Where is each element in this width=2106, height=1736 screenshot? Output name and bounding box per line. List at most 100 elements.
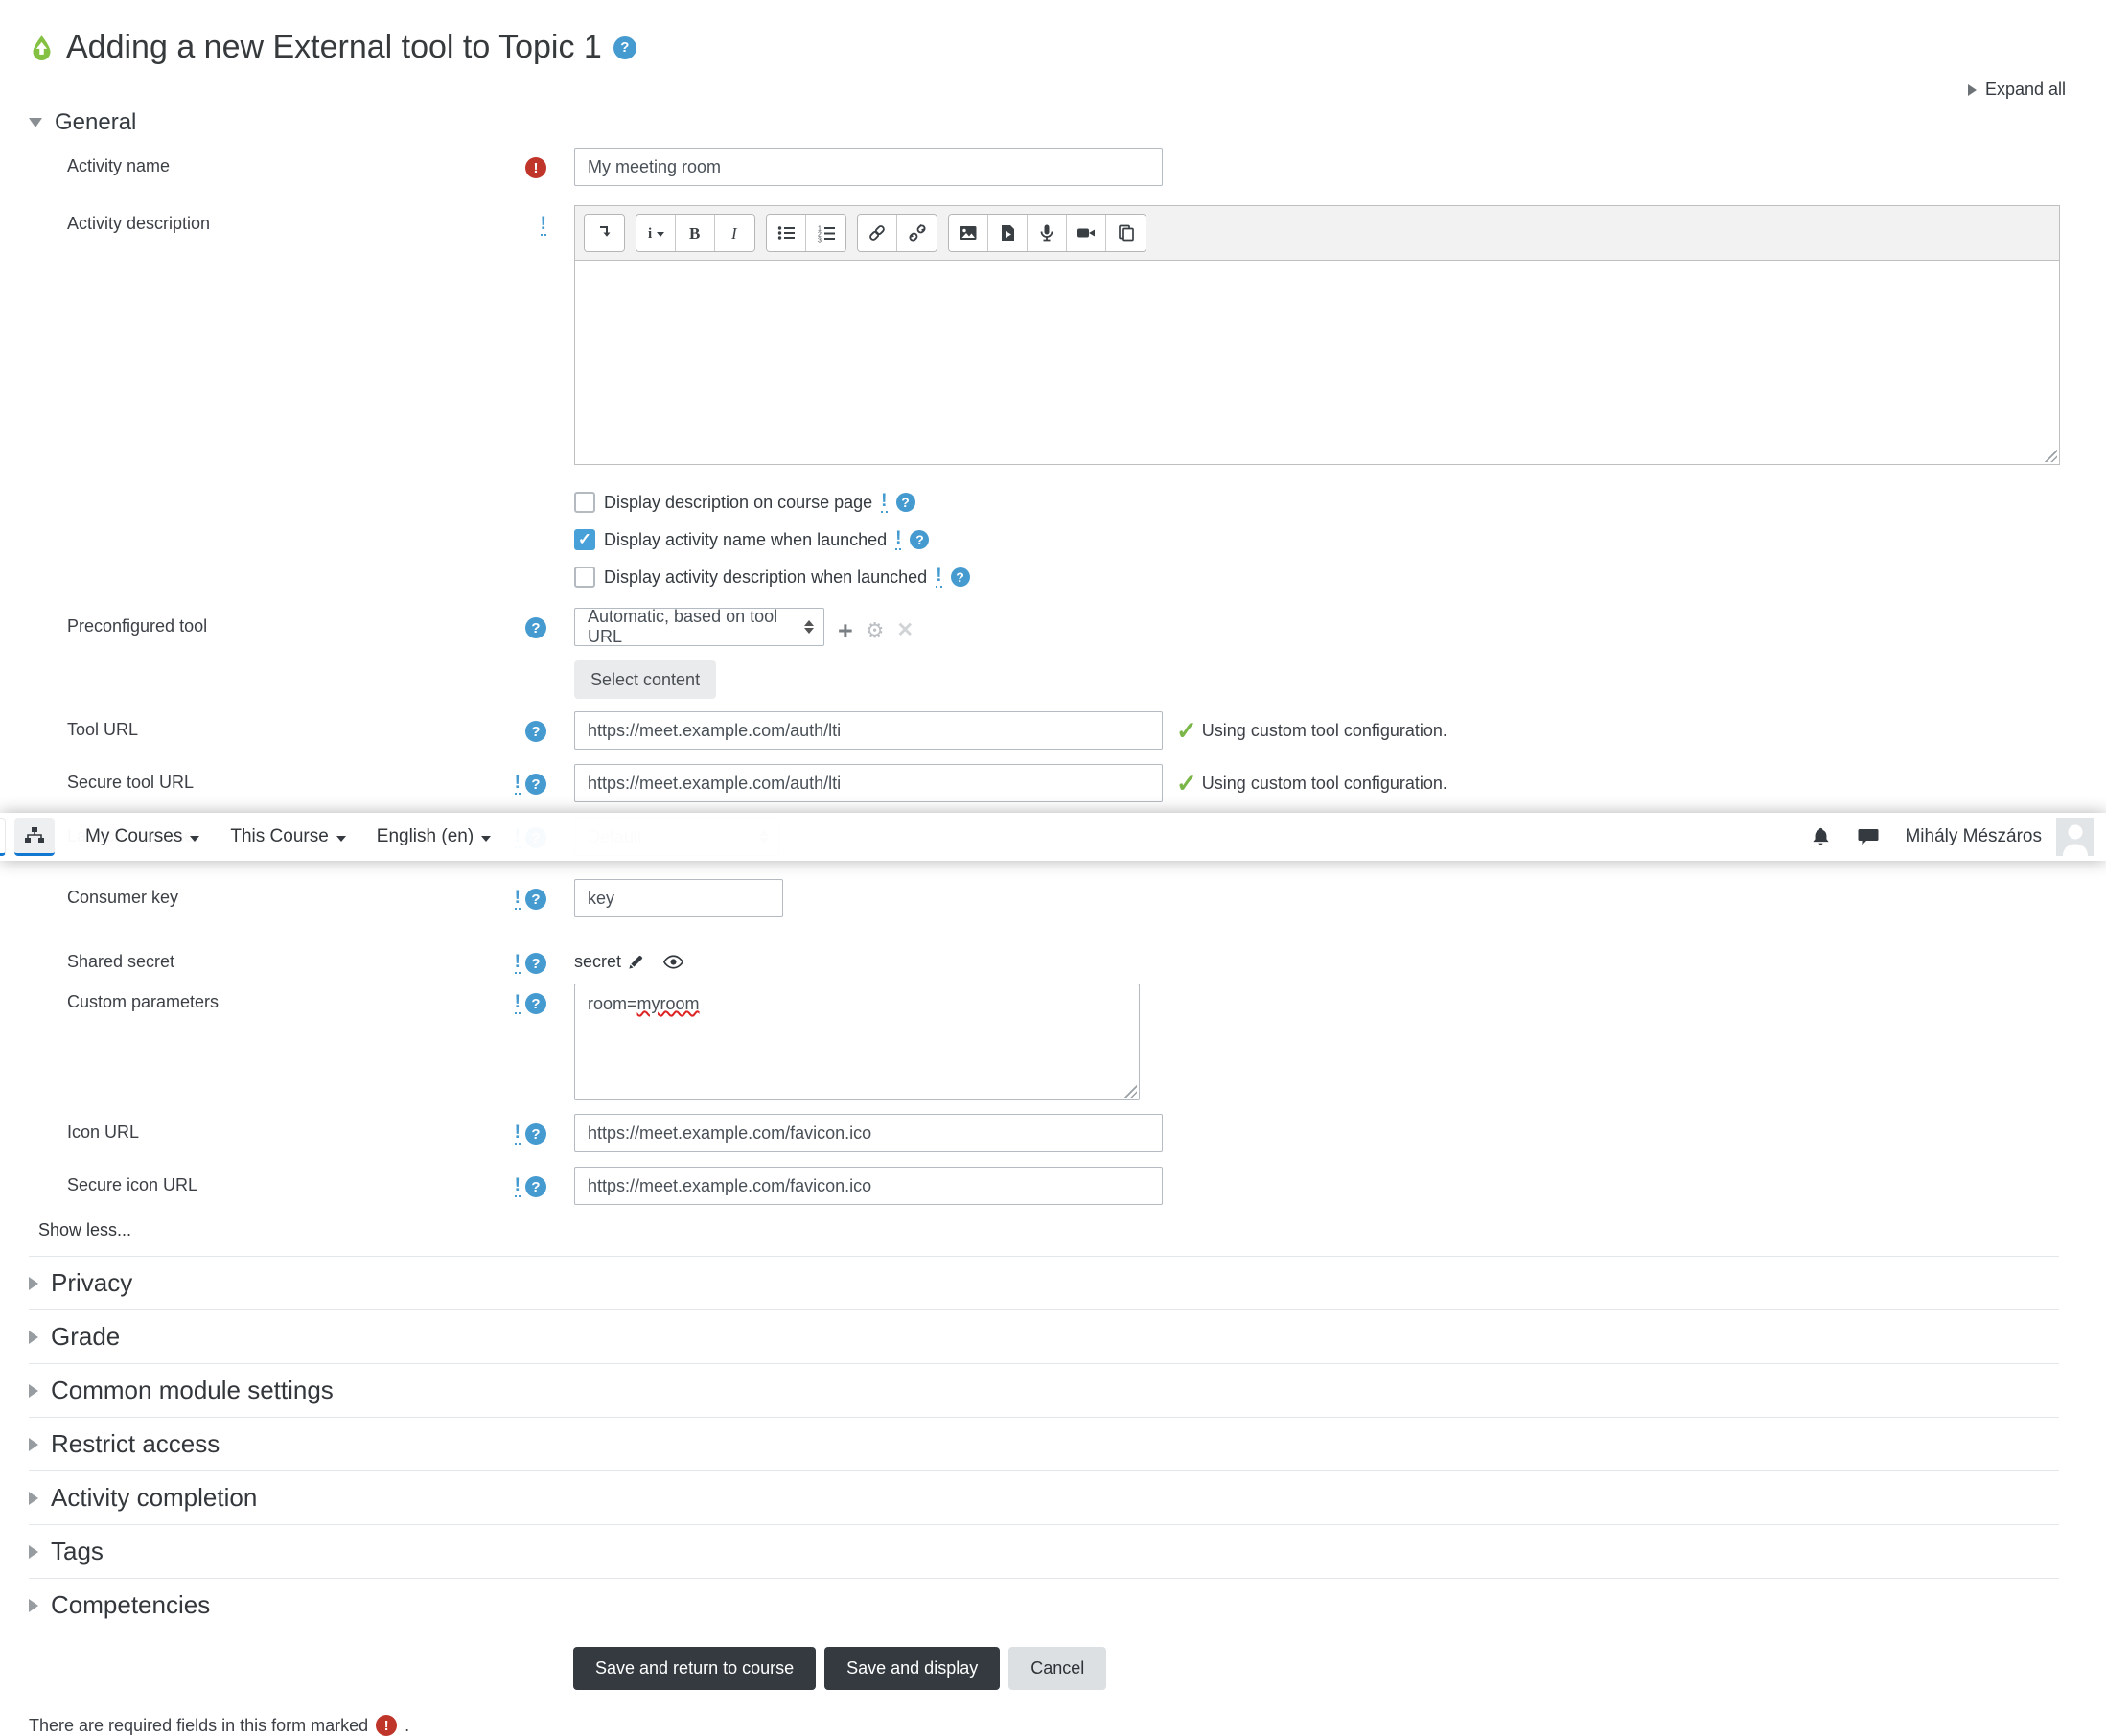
icon-url-label: Icon URL bbox=[67, 1123, 140, 1142]
save-and-display-button[interactable]: Save and display bbox=[824, 1647, 1001, 1690]
section-activity-completion[interactable]: Activity completion bbox=[29, 1470, 2059, 1524]
notifications-bell-icon[interactable] bbox=[1810, 826, 1832, 848]
select-content-button[interactable]: Select content bbox=[574, 660, 717, 699]
unlink-icon[interactable] bbox=[897, 215, 937, 251]
advanced-marker-icon: ! bbox=[514, 1175, 521, 1197]
section-grade[interactable]: Grade bbox=[29, 1309, 2059, 1363]
edit-pencil-icon[interactable] bbox=[627, 953, 645, 971]
nav-my-courses[interactable]: My Courses bbox=[85, 826, 200, 847]
help-icon[interactable]: ? bbox=[910, 530, 930, 549]
preconfigured-tool-row: Preconfigured tool ? Automatic, based on… bbox=[0, 607, 2106, 699]
sitemap-icon[interactable] bbox=[14, 818, 55, 856]
drawer-toggle-button[interactable] bbox=[0, 818, 6, 856]
custom-parameters-label: Custom parameters bbox=[67, 992, 220, 1011]
gear-icon[interactable]: ⚙ bbox=[866, 619, 885, 641]
shared-secret-value: secret bbox=[574, 952, 622, 971]
launch-container-block: Launch container !? Default My Courses T… bbox=[0, 806, 2106, 869]
page-title: Adding a new External tool to Topic 1 bbox=[66, 29, 602, 65]
help-icon[interactable]: ? bbox=[525, 1123, 546, 1145]
record-audio-icon[interactable] bbox=[1028, 215, 1067, 251]
secure-tool-url-input[interactable] bbox=[574, 764, 1163, 802]
consumer-key-row: Consumer key !? bbox=[0, 879, 2106, 917]
section-restrict-access[interactable]: Restrict access bbox=[29, 1417, 2059, 1470]
expand-all[interactable]: Expand all bbox=[0, 80, 2066, 100]
secure-icon-url-row: Secure icon URL !? bbox=[0, 1167, 2106, 1205]
record-video-icon[interactable] bbox=[1067, 215, 1106, 251]
ordered-list-icon[interactable]: 123 bbox=[806, 215, 845, 251]
display-description-label: Display description on course page bbox=[604, 492, 873, 512]
show-more-icon[interactable] bbox=[585, 215, 624, 251]
activity-name-label: Activity name bbox=[67, 156, 171, 175]
help-icon[interactable]: ? bbox=[525, 953, 546, 974]
svg-text:B: B bbox=[689, 224, 700, 243]
bold-icon[interactable]: B bbox=[676, 215, 715, 251]
activity-name-input[interactable] bbox=[574, 148, 1163, 186]
tool-url-input[interactable] bbox=[574, 711, 1163, 750]
select-arrows-icon bbox=[804, 620, 814, 634]
icon-url-input[interactable] bbox=[574, 1114, 1163, 1152]
media-icon[interactable] bbox=[988, 215, 1028, 251]
activity-name-row: Activity name ! bbox=[0, 148, 2106, 186]
caret-right-icon bbox=[1967, 83, 1977, 96]
resize-grip[interactable] bbox=[2043, 448, 2057, 462]
unordered-list-icon[interactable] bbox=[767, 215, 806, 251]
section-privacy[interactable]: Privacy bbox=[29, 1256, 2059, 1309]
save-and-return-button[interactable]: Save and return to course bbox=[573, 1647, 817, 1690]
help-icon[interactable]: ? bbox=[895, 493, 915, 512]
shared-secret-row: Shared secret !? secret bbox=[0, 943, 2106, 974]
help-icon[interactable]: ? bbox=[950, 567, 970, 587]
advanced-marker-icon: ! bbox=[514, 1123, 521, 1145]
show-less-link[interactable]: Show less... bbox=[38, 1220, 131, 1240]
image-icon[interactable] bbox=[949, 215, 988, 251]
consumer-key-input[interactable] bbox=[574, 879, 783, 917]
italic-icon[interactable]: I bbox=[715, 215, 754, 251]
user-menu[interactable]: Mihály Mészáros bbox=[1905, 818, 2094, 856]
nav-this-course[interactable]: This Course bbox=[230, 826, 346, 847]
advanced-marker-icon: ! bbox=[514, 952, 521, 974]
paragraph-styles-icon[interactable]: i bbox=[636, 215, 676, 251]
misspelled-word: myroom bbox=[636, 994, 700, 1013]
link-icon[interactable] bbox=[858, 215, 897, 251]
help-icon[interactable]: ? bbox=[525, 617, 546, 638]
expand-all-label: Expand all bbox=[1984, 80, 2066, 99]
cancel-button[interactable]: Cancel bbox=[1008, 1647, 1107, 1690]
display-name-checkbox[interactable]: ✓ bbox=[574, 529, 595, 550]
section-tags[interactable]: Tags bbox=[29, 1524, 2059, 1578]
custom-parameters-row: Custom parameters !? room=myroom bbox=[0, 984, 2106, 1100]
help-icon[interactable]: ? bbox=[525, 1176, 546, 1197]
required-fields-note: There are required fields in this form m… bbox=[29, 1715, 410, 1736]
delete-tool-icon[interactable]: ✕ bbox=[897, 619, 914, 641]
help-icon[interactable]: ? bbox=[525, 993, 546, 1014]
tool-url-row: Tool URL ? ✓ Using custom tool configura… bbox=[0, 711, 2106, 750]
resize-grip[interactable] bbox=[1122, 1083, 1137, 1098]
display-name-row: ✓ Display activity name when launched ! … bbox=[0, 529, 2106, 550]
section-general-title: General bbox=[55, 109, 137, 135]
preconfigured-tool-value: Automatic, based on tool URL bbox=[588, 607, 778, 646]
manage-files-icon[interactable] bbox=[1106, 215, 1146, 251]
caret-right-icon bbox=[29, 1544, 38, 1559]
nav-language[interactable]: English (en) bbox=[377, 826, 492, 847]
display-activity-description-checkbox[interactable] bbox=[574, 567, 595, 588]
show-secret-eye-icon[interactable] bbox=[662, 951, 684, 973]
add-tool-icon[interactable]: + bbox=[838, 617, 853, 643]
section-general-toggle[interactable]: General bbox=[29, 109, 2068, 136]
section-common-module-settings[interactable]: Common module settings bbox=[29, 1363, 2059, 1417]
help-icon[interactable]: ? bbox=[525, 889, 546, 910]
display-description-checkbox[interactable] bbox=[574, 492, 595, 513]
tool-url-status: ✓ Using custom tool configuration. bbox=[1176, 716, 1447, 745]
help-icon[interactable]: ? bbox=[525, 721, 546, 742]
rich-text-editor: i B I 123 bbox=[574, 205, 2060, 465]
preconfigured-tool-select[interactable]: Automatic, based on tool URL bbox=[574, 607, 824, 646]
caret-right-icon bbox=[29, 1491, 38, 1505]
advanced-marker-icon: ! bbox=[540, 214, 546, 236]
secure-icon-url-input[interactable] bbox=[574, 1167, 1163, 1205]
section-competencies[interactable]: Competencies bbox=[29, 1578, 2059, 1632]
caret-right-icon bbox=[29, 1437, 38, 1451]
help-icon[interactable]: ? bbox=[525, 774, 546, 795]
external-tool-form: Activity name ! Activity description ! bbox=[0, 148, 2106, 1736]
help-icon[interactable]: ? bbox=[613, 35, 636, 59]
collapsed-sections: Privacy Grade Common module settings Res… bbox=[29, 1256, 2059, 1632]
custom-parameters-textarea[interactable]: room=myroom bbox=[574, 984, 1140, 1100]
description-textarea[interactable] bbox=[575, 261, 2059, 464]
messages-icon[interactable] bbox=[1857, 825, 1880, 848]
